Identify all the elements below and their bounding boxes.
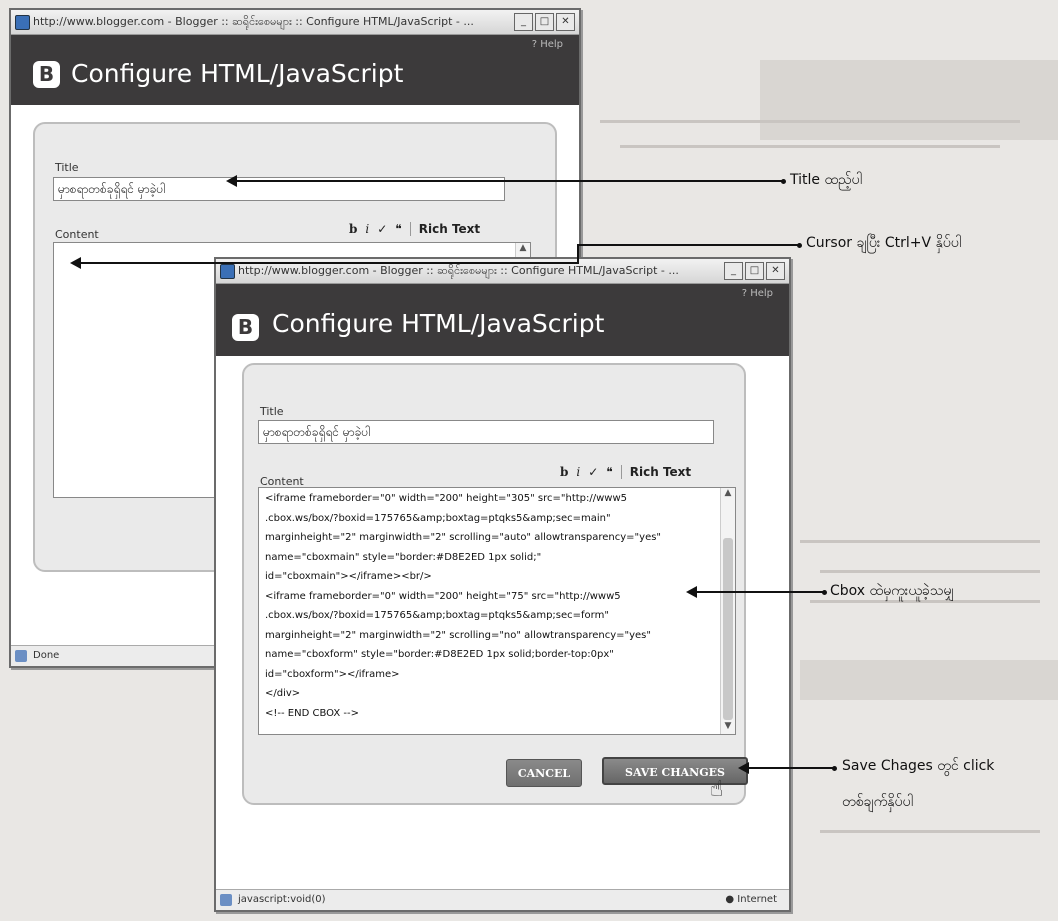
background-line (620, 145, 1000, 148)
code-content: <iframe frameborder="0" width="200" heig… (259, 488, 735, 723)
maximize-icon[interactable]: □ (745, 262, 764, 280)
code-line: .cbox.ws/box/?boxid=175765&amp;boxtag=pt… (265, 512, 611, 524)
browser-page-icon (15, 15, 30, 30)
dialog-header: ? Help B Configure HTML/JavaScript (11, 35, 579, 105)
background-block (760, 60, 1058, 140)
scroll-up-icon[interactable]: ▲ (516, 243, 530, 256)
arrow-head-icon (70, 257, 81, 269)
blogger-logo-icon: B (33, 61, 60, 88)
italic-button[interactable]: i (576, 465, 580, 479)
cancel-button[interactable]: CANCEL (506, 759, 582, 787)
close-icon[interactable]: ✕ (766, 262, 785, 280)
status-bar: javascript:void(0) ● Internet (216, 889, 789, 910)
widget-panel: Title မှာစရာတစ်ခုရှိရင် မှာခဲ့ပါ Content… (242, 363, 748, 805)
window-title: http://www.blogger.com - Blogger :: ဆရို… (33, 15, 474, 28)
bold-button[interactable]: b (349, 222, 357, 236)
page-status-icon (220, 894, 232, 906)
window-titlebar: http://www.blogger.com - Blogger :: ဆရို… (11, 10, 579, 35)
window-title: http://www.blogger.com - Blogger :: ဆရို… (238, 264, 679, 277)
arrow-head-icon (686, 586, 697, 598)
code-line: name="cboxform" style="border:#D8E2ED 1p… (265, 649, 614, 660)
arrow-dot (822, 590, 827, 595)
code-line: <iframe frameborder="0" width="200" heig… (265, 493, 628, 504)
dialog-header: ? Help B Configure HTML/JavaScript (216, 284, 789, 356)
minimize-icon[interactable]: _ (514, 13, 533, 31)
save-changes-button[interactable]: SAVE CHANGES (602, 757, 748, 785)
toolbar-separator (409, 222, 411, 236)
code-line: <!-- END CBOX --> (265, 707, 359, 719)
cbox-arrow (696, 591, 824, 593)
status-text: Done (33, 650, 60, 661)
rich-text-tab[interactable]: Rich Text (419, 222, 480, 236)
help-link[interactable]: ? Help (532, 39, 563, 50)
cursor-annotation: Cursor ချပြီး Ctrl+V နှိပ်ပါ (806, 235, 962, 251)
title-annotation: Title ထည့်ပါ (790, 172, 862, 188)
toolbar-separator (620, 465, 622, 479)
background-line (820, 570, 1040, 573)
close-icon[interactable]: ✕ (556, 13, 575, 31)
textarea-scrollbar[interactable]: ▲ ▼ (720, 488, 735, 734)
background-line (800, 540, 1040, 543)
browser-page-icon (220, 264, 235, 279)
code-line: </div> (265, 688, 301, 699)
content-label: Content (55, 228, 99, 241)
blogger-logo-icon: B (232, 314, 259, 341)
title-label: Title (55, 161, 79, 174)
code-line: .cbox.ws/box/?boxid=175765&amp;boxtag=pt… (265, 610, 609, 621)
code-line: <iframe frameborder="0" width="200" heig… (265, 590, 621, 602)
rich-text-tab[interactable]: Rich Text (630, 465, 691, 479)
scroll-down-icon[interactable]: ▼ (721, 721, 735, 734)
spellcheck-icon[interactable]: ✓ (377, 222, 387, 236)
save-annotation-line1: Save Chages တွင် click (842, 758, 995, 774)
save-arrow (748, 767, 834, 769)
background-block (800, 660, 1058, 700)
dialog-title: Configure HTML/JavaScript (272, 309, 605, 338)
editor-toolbar: b i ✓ ❝ Rich Text (560, 465, 691, 479)
code-line: name="cboxmain" style="border:#D8E2ED 1p… (265, 551, 542, 563)
window-controls: _ □ ✕ (724, 262, 785, 280)
arrow-dot (781, 179, 786, 184)
title-input[interactable]: မှာစရာတစ်ခုရှိရင် မှာခဲ့ပါ (258, 420, 714, 444)
cbox-annotation: Cbox ထဲမှကူးယူခဲ့သမျှ (830, 583, 955, 599)
title-label: Title (260, 405, 284, 418)
quote-icon[interactable]: ❝ (606, 465, 612, 479)
minimize-icon[interactable]: _ (724, 262, 743, 280)
bold-button[interactable]: b (560, 465, 568, 479)
scroll-up-icon[interactable]: ▲ (721, 488, 735, 501)
cursor-arrow-lower (80, 262, 579, 264)
content-textarea[interactable]: <iframe frameborder="0" width="200" heig… (258, 487, 736, 735)
quote-icon[interactable]: ❝ (395, 222, 401, 236)
save-annotation-line2: တစ်ချက်နှိပ်ပါ (842, 794, 913, 810)
title-arrow (236, 180, 782, 182)
maximize-icon[interactable]: □ (535, 13, 554, 31)
window-controls: _ □ ✕ (514, 13, 575, 31)
code-line: id="cboxmain"></iframe><br/> (265, 571, 432, 582)
editor-toolbar: b i ✓ ❝ Rich Text (349, 222, 480, 236)
code-line: id="cboxform"></iframe> (265, 668, 400, 680)
code-line: marginheight="2" marginwidth="2" scrolli… (265, 532, 662, 543)
background-line (600, 120, 1020, 123)
arrow-head-icon (738, 762, 749, 774)
status-text: javascript:void(0) (238, 894, 326, 905)
code-line: marginheight="2" marginwidth="2" scrolli… (265, 629, 651, 641)
page-status-icon (15, 650, 27, 662)
dialog-title: Configure HTML/JavaScript (71, 59, 404, 88)
hand-cursor-icon: ☝ (710, 777, 724, 802)
background-line (820, 830, 1040, 833)
internet-zone: ● Internet (725, 894, 777, 905)
zone-text: Internet (737, 894, 777, 905)
cursor-arrow-upper (578, 244, 798, 246)
arrow-dot (832, 766, 837, 771)
cursor-arrow-vertical (577, 244, 579, 262)
help-link[interactable]: ? Help (742, 288, 773, 299)
arrow-dot (797, 243, 802, 248)
spellcheck-icon[interactable]: ✓ (588, 465, 598, 479)
scroll-thumb[interactable] (723, 538, 733, 720)
arrow-head-icon (226, 175, 237, 187)
front-browser-window: http://www.blogger.com - Blogger :: ဆရို… (214, 257, 791, 912)
italic-button[interactable]: i (365, 222, 369, 236)
